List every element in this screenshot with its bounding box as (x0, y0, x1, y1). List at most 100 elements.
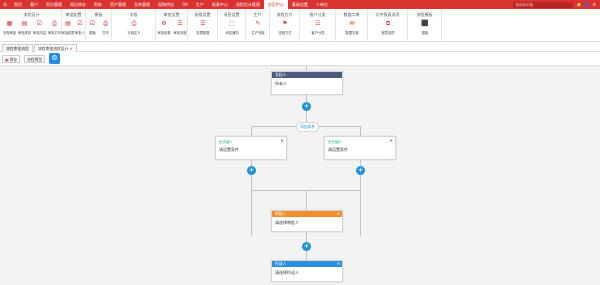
nav-item[interactable]: 仓库管理 (130, 0, 154, 9)
ribbon-group: 审批设置 ⚙ 审批设置 ☰ 审批流程 (156, 9, 188, 42)
ribbon-tool-icon: ☑ (77, 20, 83, 27)
main-nav: 首页 客户 积分管理 知识库存 财务 资产管理 仓库管理 采购供应 OA 生产 报表中心 流程设计管理… (10, 0, 332, 9)
start-node-header: 发起人 (272, 72, 342, 78)
ribbon-tool-button[interactable]: ⬚ 消息通知 (224, 20, 240, 35)
tab-workflow-design[interactable]: 流程审批流程设计✕ (34, 44, 77, 52)
nav-item[interactable]: 报表中心 (208, 0, 232, 9)
ribbon-tool-icon: ⬛ (421, 20, 429, 27)
ribbon-tool-icon: ⬚ (229, 20, 235, 27)
nav-item[interactable]: 十单位 (312, 0, 332, 9)
ribbon-tool-button[interactable]: ☑ 审批内容 (32, 20, 48, 35)
nav-item[interactable]: 知识库存 (66, 0, 90, 9)
ribbon-tool-icon: ✎ (255, 20, 261, 27)
ribbon-tool-label: 流程方式 (278, 31, 292, 35)
ribbon-group: 模板 ☑ 模板 ⎙ 打印 (86, 9, 112, 42)
ribbon-tool-icon: ▤ (65, 20, 71, 27)
add-node-plus-icon[interactable]: + (247, 166, 256, 175)
start-node-body: 所有人 (275, 81, 287, 86)
ribbon-tool-button[interactable]: ⬛ 模板 (417, 20, 433, 35)
nav-item[interactable]: 采购供应 (154, 0, 178, 9)
cc-node-body: 请选择抄送人 (275, 270, 299, 275)
bell-icon[interactable]: 🔔 (576, 2, 581, 7)
save-label: 保存 (9, 57, 18, 62)
ribbon-tool-button[interactable]: ✎ 生产流程 (250, 20, 266, 35)
settings-icon[interactable]: ⚙ (49, 53, 60, 64)
ribbon-tool-button[interactable]: ⚙ 审批设置 (156, 20, 172, 35)
nav-item[interactable]: OA (178, 0, 192, 9)
nav-item[interactable]: 客户 (26, 0, 42, 9)
condition-node-1[interactable]: 优先级1 请设置条件 ✕ (215, 136, 287, 160)
tab-workflow[interactable]: 流程审批流程 (2, 44, 33, 52)
nav-item[interactable]: 资产管理 (106, 0, 130, 9)
ribbon-tool-button[interactable]: ☷ 客户分类 (310, 20, 326, 35)
ribbon-group-title: 字段 (129, 12, 138, 17)
close-icon[interactable]: ✕ (337, 261, 340, 267)
add-condition-button[interactable]: 添加条件 (296, 122, 320, 132)
ribbon-tool-label: 字段定义 (127, 31, 141, 35)
nav-item[interactable]: 应用中心 (263, 0, 288, 9)
condition-node-2[interactable]: 优先级2 请设置条件 ✕ (324, 136, 396, 160)
ribbon-tool-icon: ☰ (177, 20, 183, 27)
ribbon-group-title: 客户分类 (309, 12, 326, 17)
document-tabs: 流程审批流程 流程审批流程设计✕ (0, 42, 600, 52)
save-button[interactable]: ▣保存 (2, 55, 21, 63)
ribbon-group-title: 审批设置 (163, 12, 180, 17)
ribbon-tool-icon: ▤ (21, 20, 28, 27)
search-box[interactable] (513, 1, 574, 8)
ribbon-tool-button[interactable]: ⧉ 报表选项 (380, 20, 396, 35)
ribbon-tool-label: 数据字典 (345, 31, 359, 35)
ribbon-group-title: 消息设置 (223, 12, 240, 17)
search-input[interactable] (515, 2, 574, 7)
ribbon-group-title: 流程设计 (23, 12, 40, 17)
cc-node-title: 抄送人 (275, 261, 287, 266)
close-tab-icon[interactable]: ✕ (69, 46, 72, 51)
nav-item[interactable]: 财务 (90, 0, 106, 9)
ribbon-tool-button[interactable]: ▤ 审批规则 (17, 20, 33, 35)
condition-title: 优先级2 (328, 140, 342, 144)
preview-button[interactable]: 流程预览 (24, 55, 46, 63)
nav-item[interactable]: 生产 (192, 0, 208, 9)
ribbon-tool-label: 审批设置 (157, 31, 171, 35)
ribbon-tool-button[interactable]: ⎙ 字段定义 (126, 20, 142, 35)
condition-title: 优先级1 (219, 140, 233, 144)
action-toolbar: ▣保存 流程预览 ⚙ (0, 52, 600, 66)
ribbon-tool-label: 流程审批 (2, 31, 17, 35)
ribbon-tool-button[interactable]: ☰ 权限配置 (195, 20, 211, 35)
ribbon-group-title: 模板 (94, 12, 103, 17)
ribbon-tool-label: 客户分类 (311, 31, 325, 35)
topbar-right: 🔔 👤 ☰ (513, 0, 596, 9)
home-logo-icon[interactable]: ⌂ (0, 0, 10, 9)
tab-label: 流程审批流程 (6, 46, 29, 51)
ribbon-group-title: 权限设置 (194, 12, 211, 17)
save-icon: ▣ (5, 57, 9, 62)
cc-node[interactable]: 抄送人 ✕ 请选择抄送人 (271, 260, 343, 282)
ribbon-tool-label: 审批流程 (173, 31, 187, 35)
user-icon[interactable]: 👤 (584, 2, 589, 7)
approver-node[interactable]: 审批人 ✕ 请选择审批人 (271, 210, 343, 232)
nav-item[interactable]: 流程设计管理 (232, 0, 264, 9)
close-icon[interactable]: ✕ (390, 138, 393, 143)
connector-line (306, 190, 307, 210)
start-node[interactable]: 发起人 所有人 (271, 71, 343, 95)
add-node-plus-icon[interactable]: + (302, 102, 311, 111)
nav-item[interactable]: 积分管理 (42, 0, 66, 9)
ribbon-tool-button[interactable]: ☰ 审批流程 (172, 20, 188, 35)
menu-icon[interactable]: ☰ (592, 2, 596, 7)
add-node-plus-icon[interactable]: + (302, 242, 311, 251)
ribbon-group: 数据字典 ✉ 数据字典 (336, 9, 368, 42)
ribbon-tool-button[interactable]: ✉ 数据字典 (344, 20, 360, 35)
close-icon[interactable]: ✕ (281, 138, 284, 143)
ribbon-group: 客户分类 ☷ 客户分类 (300, 9, 336, 42)
ribbon-group-title: 数据字典 (343, 12, 360, 17)
ribbon-group: 流程设计 ▦ 流程审批 ▤ 审批规则 ☑ 审批内容 ⎙ 审批打印 (2, 9, 62, 42)
nav-item[interactable]: 基础设置 (288, 0, 312, 9)
ribbon-tool-button[interactable]: ⚑ 流程方式 (277, 20, 293, 35)
ribbon-group: 字段 ⎙ 字段定义 (112, 9, 156, 42)
ribbon-group: 文件报表选项 ⧉ 报表选项 (368, 9, 408, 42)
nav-item[interactable]: 首页 (10, 0, 26, 9)
tab-label: 流程审批流程设计 (38, 46, 69, 51)
ribbon-group: 生产 ✎ 生产流程 (246, 9, 270, 42)
ribbon-tool-button[interactable]: ▦ 流程审批 (2, 20, 18, 35)
add-node-plus-icon[interactable]: + (356, 166, 365, 175)
close-icon[interactable]: ✕ (337, 211, 340, 217)
